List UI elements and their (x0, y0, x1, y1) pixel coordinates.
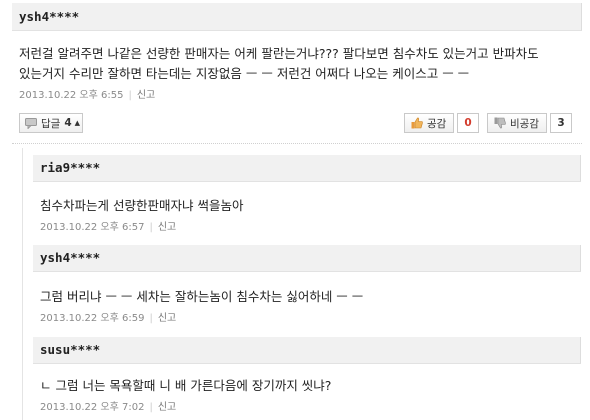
report-link[interactable]: 신고 (158, 313, 176, 324)
reply-date: 2013.10.22 오후 6:59 (40, 313, 145, 324)
like-label: 공감 (427, 117, 447, 130)
reply-label: 답글 (41, 117, 61, 130)
report-link[interactable]: 신고 (137, 90, 155, 101)
divider (12, 143, 582, 144)
thumbs-down-icon (494, 117, 506, 129)
dislike-button[interactable]: 비공감 (487, 113, 547, 133)
reply-username[interactable]: ysh4**** (40, 250, 100, 265)
comment-meta: 2013.10.22 오후 6:55 | 신고 (19, 86, 155, 101)
meta-divider: | (128, 90, 132, 101)
comment-username[interactable]: ysh4**** (19, 9, 79, 24)
reply-meta: 2013.10.22 오후 6:57 | 신고 (40, 218, 176, 233)
comment-icon (25, 117, 37, 129)
reply-date: 2013.10.22 오후 6:57 (40, 222, 145, 233)
dislike-count: 3 (550, 113, 572, 133)
reply-text: 침수차파는게 선량한판매자냐 썩을놈아 (40, 198, 244, 213)
comment-header (12, 3, 582, 31)
like-count: 0 (457, 113, 479, 133)
reply-header (33, 155, 581, 182)
reply-meta: 2013.10.22 오후 6:59 | 신고 (40, 309, 176, 324)
reply-header (33, 245, 581, 272)
comment-date: 2013.10.22 오후 6:55 (19, 90, 124, 101)
meta-divider: | (149, 313, 153, 324)
reply-text: 그럼 버리냐 ㅡ ㅡ 세차는 잘하는놈이 침수차는 싫어하네 ㅡ ㅡ (40, 289, 364, 304)
reply-toggle-button[interactable]: 답글 4 ▲ (19, 113, 83, 133)
meta-divider: | (149, 222, 153, 233)
reply-header (33, 337, 581, 364)
dislike-label: 비공감 (510, 117, 539, 130)
meta-divider: | (149, 402, 153, 413)
reply-text: ㄴ 그럼 너는 목욕할때 니 배 가른다음에 장기까지 씻냐? (40, 378, 332, 393)
like-button[interactable]: 공감 (404, 113, 454, 133)
caret-up-icon: ▲ (74, 119, 81, 127)
reply-meta: 2013.10.22 오후 7:02 | 신고 (40, 398, 176, 413)
reply-username[interactable]: ria9**** (40, 160, 100, 175)
report-link[interactable]: 신고 (158, 402, 176, 413)
reply-username[interactable]: susu**** (40, 342, 100, 357)
report-link[interactable]: 신고 (158, 222, 176, 233)
reply-count: 4 (64, 117, 72, 129)
comment-text-line2: 있는거지 수리만 잘하면 타는데는 지장없음 ㅡ ㅡ 저런건 어쩌다 나오는 케… (19, 66, 470, 81)
comment-text-line1: 저런걸 알려주면 나같은 선량한 판매자는 어케 팔란는거냐??? 팔다보면 침… (19, 46, 539, 61)
thumbs-up-icon (411, 117, 423, 129)
reply-date: 2013.10.22 오후 7:02 (40, 402, 145, 413)
